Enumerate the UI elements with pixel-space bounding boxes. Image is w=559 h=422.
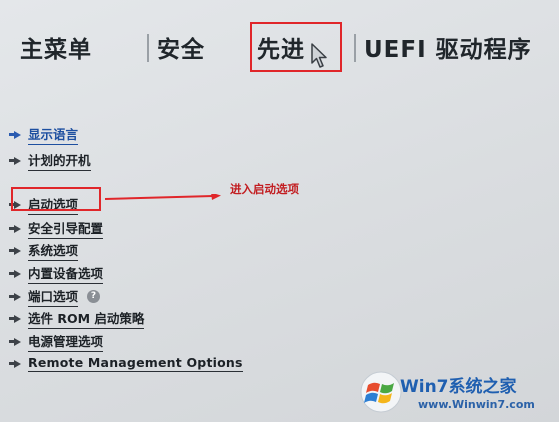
menu-item-label: Remote Management Options	[28, 355, 243, 372]
right-arrow-icon	[9, 224, 21, 233]
menu-item-label: 显示语言	[28, 124, 79, 145]
menu-item-port-options[interactable]: 端口选项 ?	[9, 286, 101, 307]
annotation-label: 进入启动选项	[230, 182, 299, 196]
menu-item-option-rom-policy[interactable]: 选件 ROM 启动策略	[9, 308, 145, 329]
help-icon[interactable]: ?	[87, 290, 101, 303]
tab-uefi-drivers[interactable]: UEFI 驱动程序	[364, 30, 532, 64]
menu-item-display-language[interactable]: 显示语言	[9, 124, 79, 145]
right-arrow-icon	[9, 246, 21, 255]
menu-item-label: 端口选项	[28, 286, 79, 307]
tab-main-menu[interactable]: 主菜单	[20, 30, 92, 64]
right-arrow-icon	[9, 130, 21, 139]
advanced-tab-highlight	[250, 22, 342, 72]
menu-item-secure-boot-config[interactable]: 安全引导配置	[9, 218, 104, 239]
watermark-title: Win7系统之家	[400, 377, 517, 397]
menu-item-label: 计划的开机	[28, 150, 91, 171]
menu-item-built-in-devices[interactable]: 内置设备选项	[9, 263, 104, 284]
right-arrow-icon	[9, 314, 21, 323]
menu-item-system-options[interactable]: 系统选项	[9, 240, 79, 261]
watermark-url: www.Winwin7.com	[418, 398, 535, 411]
menu-item-power-management[interactable]: 电源管理选项	[9, 331, 104, 352]
right-arrow-icon	[9, 156, 21, 165]
menu-item-label: 电源管理选项	[28, 331, 104, 352]
tab-divider	[147, 34, 149, 62]
menu-item-remote-management[interactable]: Remote Management Options	[9, 355, 243, 372]
menu-item-label: 系统选项	[28, 240, 79, 261]
mouse-cursor-icon	[311, 43, 327, 68]
menu-item-label: 内置设备选项	[28, 263, 104, 284]
tab-security[interactable]: 安全	[157, 30, 205, 64]
right-arrow-icon	[9, 292, 21, 301]
menu-item-label: 选件 ROM 启动策略	[28, 308, 145, 329]
boot-options-highlight	[11, 187, 101, 211]
menu-item-label: 安全引导配置	[28, 218, 104, 239]
right-arrow-icon	[9, 269, 21, 278]
tab-divider	[354, 34, 356, 62]
right-arrow-icon	[9, 337, 21, 346]
right-arrow-icon	[9, 359, 21, 368]
windows-logo-icon	[360, 371, 402, 413]
menu-item-scheduled-power-on[interactable]: 计划的开机	[9, 150, 91, 171]
annotation-arrow-icon	[104, 194, 221, 200]
